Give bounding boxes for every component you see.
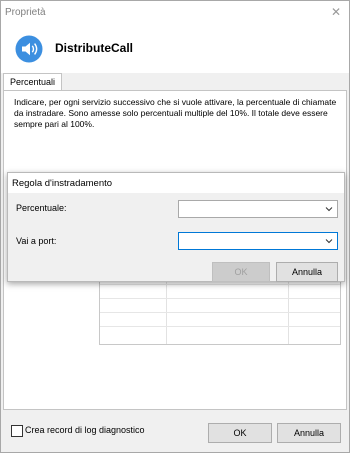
port-dropdown[interactable] xyxy=(178,232,338,250)
window-title: Proprietà xyxy=(5,7,46,18)
dialog-ok-button[interactable]: OK xyxy=(212,262,270,282)
routing-rule-dialog: Regola d'instradamento Percentuale: Vai … xyxy=(7,172,345,282)
component-header: DistributeCall xyxy=(1,27,349,73)
title-bar: Proprietà ✕ xyxy=(1,1,349,27)
description-text: Indicare, per ogni servizio successivo c… xyxy=(14,97,337,129)
cancel-button[interactable]: Annulla xyxy=(277,423,341,443)
close-icon[interactable]: ✕ xyxy=(331,5,341,19)
ok-button[interactable]: OK xyxy=(208,423,272,443)
component-name: DistributeCall xyxy=(55,41,134,55)
speaker-icon xyxy=(15,35,43,63)
percent-dropdown[interactable] xyxy=(178,200,338,218)
tab-percentuali[interactable]: Percentuali xyxy=(3,73,63,91)
chevron-down-icon xyxy=(325,239,333,244)
grid-row-divider xyxy=(100,326,340,327)
diagnostic-log-label: Crea record di log diagnostico xyxy=(25,425,145,435)
properties-window: Proprietà ✕ DistributeCall Percentuali I… xyxy=(0,0,350,453)
diagnostic-log-checkbox[interactable] xyxy=(11,425,23,437)
dialog-title-bar: Regola d'instradamento xyxy=(8,173,344,193)
grid-row-divider xyxy=(100,312,340,313)
percent-label: Percentuale: xyxy=(16,203,67,213)
dialog-cancel-button[interactable]: Annulla xyxy=(276,262,338,282)
dialog-title: Regola d'instradamento xyxy=(12,178,113,189)
tab-strip: Percentuali xyxy=(1,73,349,91)
chevron-down-icon xyxy=(325,207,333,212)
grid-row-divider xyxy=(100,298,340,299)
grid-row-divider xyxy=(100,284,340,285)
port-label: Vai a port: xyxy=(16,236,57,246)
